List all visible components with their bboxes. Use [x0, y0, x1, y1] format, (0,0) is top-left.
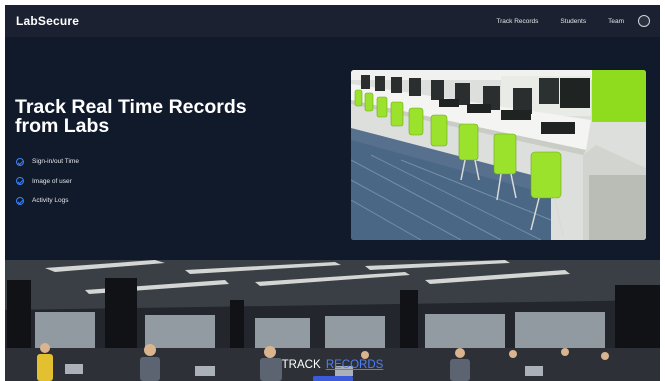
lab-photo [351, 70, 646, 240]
nav-link-team[interactable]: Team [608, 18, 624, 25]
nav-link-track-records[interactable]: Track Records [496, 18, 538, 25]
banner-cta-button[interactable] [313, 376, 353, 381]
check-circle-icon [16, 196, 24, 205]
track-records-banner: TRACK RECORDS [5, 260, 660, 381]
feature-list: Sign-in/out Time Image of user Activity … [16, 152, 79, 211]
check-circle-icon [16, 177, 24, 186]
feature-label: Sign-in/out Time [32, 158, 79, 166]
banner-caption-track: TRACK [281, 359, 321, 371]
page-frame: LabSecure Track Records Students Team Tr… [5, 5, 660, 381]
feature-label: Activity Logs [32, 197, 69, 205]
feature-item: Sign-in/out Time [16, 152, 79, 172]
nav-link-students[interactable]: Students [560, 18, 586, 25]
avatar-icon[interactable] [638, 15, 650, 27]
hero-section: Track Real Time Records from Labs Sign-i… [5, 37, 660, 260]
top-navbar: LabSecure Track Records Students Team [5, 5, 660, 37]
check-circle-icon [16, 157, 24, 166]
feature-item: Image of user [16, 172, 79, 192]
banner-caption-records-link[interactable]: RECORDS [326, 359, 384, 371]
feature-item: Activity Logs [16, 191, 79, 211]
banner-caption: TRACK RECORDS [5, 359, 660, 371]
nav-links: Track Records Students Team [474, 5, 650, 37]
brand-logo[interactable]: LabSecure [16, 14, 79, 28]
feature-label: Image of user [32, 177, 72, 185]
hero-title: Track Real Time Records from Labs [15, 96, 247, 137]
